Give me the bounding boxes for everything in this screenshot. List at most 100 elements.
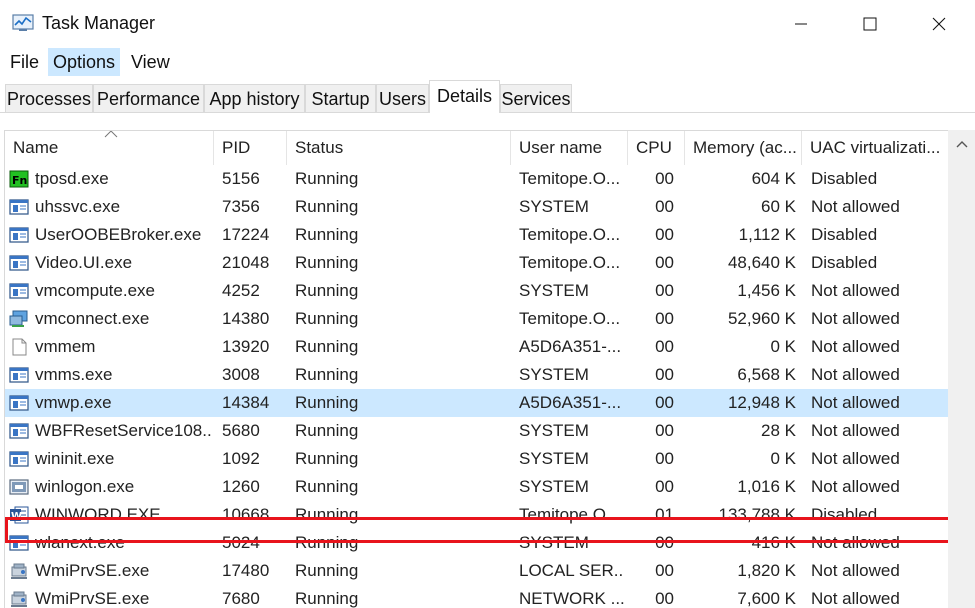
minimize-button[interactable]: [778, 0, 824, 48]
process-name: vmcompute.exe: [35, 281, 155, 300]
process-pid: 7356: [222, 197, 260, 216]
process-uac-virtualization: Not allowed: [811, 337, 900, 356]
column-header-name-label: Name: [13, 138, 59, 157]
process-user-name: SYSTEM: [519, 281, 589, 300]
column-header-uac-virtualization[interactable]: UAC virtualizati...: [802, 131, 949, 165]
process-uac-virtualization: Not allowed: [811, 365, 900, 384]
app-window-icon: [9, 283, 29, 299]
table-row[interactable]: Video.UI.exe 21048 Running Temitope.O... 00 4…: [5, 249, 949, 277]
process-cpu: 00: [655, 589, 674, 608]
process-name: vmmem: [35, 337, 96, 356]
maximize-button[interactable]: [847, 0, 893, 48]
process-pid: 17224: [222, 225, 270, 244]
vertical-scrollbar[interactable]: [948, 130, 975, 608]
process-memory: 12,948 K: [727, 393, 796, 412]
process-status: Running: [295, 449, 359, 468]
process-name: UserOOBEBroker.exe: [35, 225, 202, 244]
column-header-pid[interactable]: PID: [214, 131, 287, 165]
process-name: WmiPrvSE.exe: [35, 589, 150, 608]
column-header-memory[interactable]: Memory (ac...: [685, 131, 802, 165]
process-status: Running: [295, 505, 359, 524]
table-row-selected[interactable]: vmwp.exe 14384 Running A5D6A351-... 00 12,948…: [5, 389, 949, 417]
table-row[interactable]: uhssvc.exe 7356 Running SYSTEM 00 60 K Not all…: [5, 193, 949, 221]
process-memory: 1,820 K: [737, 561, 796, 580]
process-status: Running: [295, 477, 359, 496]
process-uac-virtualization: Disabled: [811, 505, 878, 524]
table-row[interactable]: wininit.exe 1092 Running SYSTEM 00 0 K Not all…: [5, 445, 949, 473]
process-pid: 3008: [222, 365, 260, 384]
process-status: Running: [295, 281, 359, 300]
process-cpu: 00: [655, 393, 674, 412]
process-name: tposd.exe: [35, 169, 109, 188]
process-user-name: SYSTEM: [519, 449, 589, 468]
column-header-cpu[interactable]: CPU: [628, 131, 685, 165]
minimize-icon: [795, 23, 807, 25]
process-status: Running: [295, 365, 359, 384]
process-uac-virtualization: Not allowed: [811, 589, 900, 608]
process-user-name: Temitope.O...: [519, 225, 621, 244]
process-cpu: 00: [655, 169, 674, 188]
table-row[interactable]: winlogon.exe 1260 Running SYSTEM 00 1,016 K No…: [5, 473, 949, 501]
process-memory: 0 K: [770, 449, 796, 468]
scroll-up-button[interactable]: [948, 130, 975, 158]
table-row[interactable]: W WINWORD.EXE 10668 Running Temitope.O... 01 1…: [5, 501, 949, 529]
process-name: wlanext.exe: [35, 533, 125, 552]
table-row[interactable]: wlanext.exe 5024 Running SYSTEM 00 416 K Not a…: [5, 529, 949, 557]
process-uac-virtualization: Disabled: [811, 169, 878, 188]
tab-processes[interactable]: Processes: [5, 84, 93, 112]
column-header-user-name[interactable]: User name: [511, 131, 628, 165]
blank-document-icon: [12, 338, 27, 356]
process-user-name: LOCAL SER...: [519, 561, 624, 580]
process-name: WBFResetService108...: [35, 421, 213, 440]
word-icon: W: [10, 506, 29, 524]
tab-performance[interactable]: Performance: [93, 84, 204, 112]
table-row[interactable]: UserOOBEBroker.exe 17224 Running Temitope.O…: [5, 221, 949, 249]
tab-startup[interactable]: Startup: [305, 84, 376, 112]
process-status: Running: [295, 393, 359, 412]
table-row[interactable]: vmmem 13920 Running A5D6A351-... 00 0 K Not al…: [5, 333, 949, 361]
table-row[interactable]: vmcompute.exe 4252 Running SYSTEM 00 1,456 K N…: [5, 277, 949, 305]
process-pid: 4252: [222, 281, 260, 300]
column-header-name[interactable]: Name: [5, 131, 214, 165]
process-pid: 21048: [222, 253, 270, 272]
menu-options[interactable]: Options: [48, 48, 121, 76]
process-user-name: SYSTEM: [519, 533, 589, 552]
table-row[interactable]: WBFResetService108... 5680 Running SYSTEM 00…: [5, 417, 949, 445]
process-memory: 28 K: [761, 421, 796, 440]
process-pid: 5680: [222, 421, 260, 440]
tab-users[interactable]: Users: [376, 84, 429, 112]
vm-connect-icon: [9, 310, 28, 327]
process-pid: 1260: [222, 477, 260, 496]
tab-app-history[interactable]: App history: [204, 84, 305, 112]
process-status: Running: [295, 197, 359, 216]
menu-view[interactable]: View: [126, 48, 175, 76]
process-cpu: 00: [655, 253, 674, 272]
process-cpu: 00: [655, 449, 674, 468]
menu-file[interactable]: File: [5, 48, 44, 76]
process-user-name: Temitope.O...: [519, 253, 621, 272]
process-details-grid: Name PID Status User name CPU Memory (ac…: [4, 130, 975, 608]
close-icon: [932, 17, 946, 31]
table-row[interactable]: WmiPrvSE.exe 17480 Running LOCAL SER... 00 1,…: [5, 557, 949, 585]
tab-services[interactable]: Services: [500, 84, 572, 112]
column-header-status[interactable]: Status: [287, 131, 511, 165]
process-memory: 48,640 K: [727, 253, 796, 272]
task-manager-window: Task Manager File Options View Processes…: [0, 0, 975, 608]
fn-key-icon: Fn: [9, 170, 29, 188]
table-row[interactable]: Fn tposd.exe 5156 Running Temitope.O... 00 604…: [5, 165, 949, 193]
process-status: Running: [295, 337, 359, 356]
process-user-name: Temitope.O...: [519, 505, 621, 524]
tab-details[interactable]: Details: [429, 80, 500, 113]
sort-ascending-icon: [104, 131, 118, 138]
process-user-name: A5D6A351-...: [519, 393, 622, 412]
close-button[interactable]: [916, 0, 962, 48]
process-cpu: 00: [655, 225, 674, 244]
process-pid: 1092: [222, 449, 260, 468]
table-row[interactable]: vmms.exe 3008 Running SYSTEM 00 6,568 K Not al…: [5, 361, 949, 389]
table-row[interactable]: WmiPrvSE.exe 7680 Running NETWORK ... 00 7,60…: [5, 585, 949, 608]
process-uac-virtualization: Not allowed: [811, 561, 900, 580]
process-memory: 604 K: [751, 169, 796, 188]
process-uac-virtualization: Not allowed: [811, 309, 900, 328]
process-name: wininit.exe: [35, 449, 115, 468]
table-row[interactable]: vmconnect.exe 14380 Running Temitope.O... 00…: [5, 305, 949, 333]
